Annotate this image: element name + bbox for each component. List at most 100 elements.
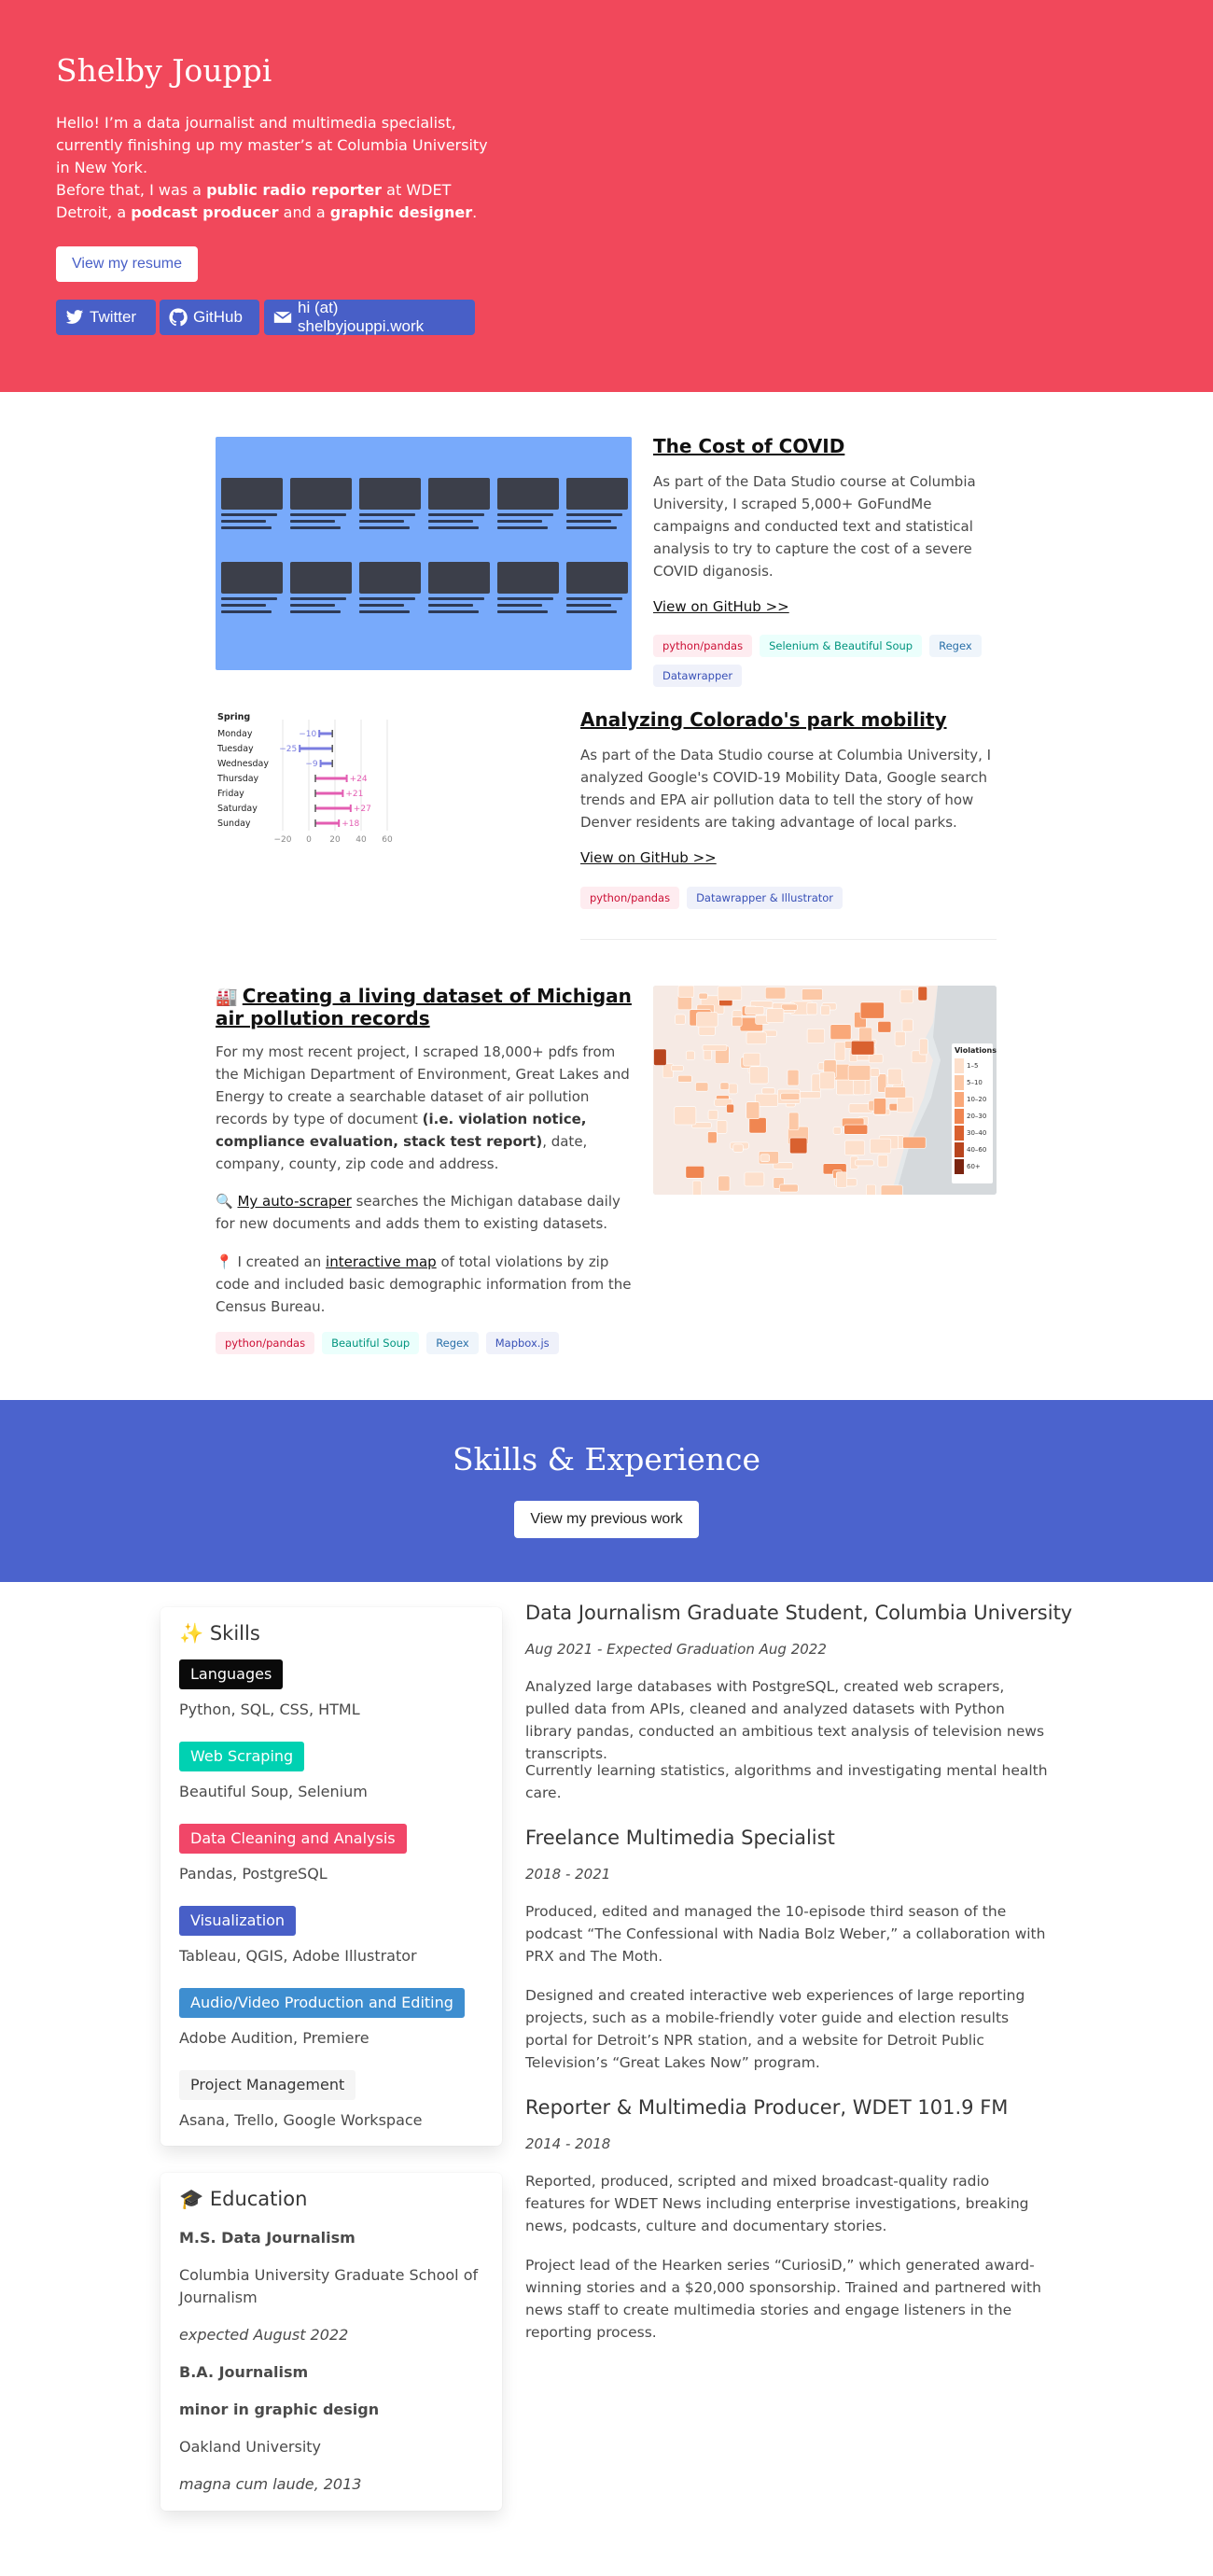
github-button[interactable]: GitHub (160, 300, 259, 335)
michigan-project-title[interactable]: Creating a living dataset of Michigan ai… (216, 985, 632, 1029)
interactive-map-link[interactable]: interactive map (326, 1253, 437, 1270)
zip-code-area (728, 1083, 738, 1095)
colorado-mobility-chart[interactable]: −20 0 20 40 60 Spring Monday −10 Tuesday −25 Wedne… (216, 707, 551, 856)
zip-code-area (653, 1048, 667, 1066)
zip-code-area (716, 1120, 728, 1134)
zip-code-area (707, 1131, 718, 1144)
zip-code-area (802, 988, 823, 1001)
zip-code-area (717, 986, 743, 1001)
legend-label: 30–40 (967, 1129, 987, 1137)
zip-code-area (761, 1087, 775, 1095)
minor-ba: minor in graphic design (179, 2401, 380, 2418)
covid-project-image[interactable] (216, 437, 632, 670)
covid-project-title[interactable]: The Cost of COVID (653, 435, 844, 457)
job-desc-freelance-2: Designed and created interactive web exp… (525, 1987, 1025, 2071)
tag-python-pandas: python/pandas (653, 635, 753, 657)
job-desc-columbia-2: Currently learning statistics, algorithm… (525, 1762, 1048, 1801)
zip-code-area (788, 1112, 800, 1131)
twitter-button[interactable]: Twitter (56, 300, 156, 335)
zip-code-area (835, 1171, 847, 1188)
view-resume-button[interactable]: View my resume (56, 246, 198, 282)
tag-datawrapper: Datawrapper (653, 665, 743, 687)
job-date-wdet: 2014 - 2018 (525, 2135, 611, 2152)
zip-code-area (779, 1183, 799, 1193)
twitter-label: Twitter (90, 308, 137, 326)
degree-ms: M.S. Data Journalism (179, 2229, 356, 2247)
job-title-freelance: Freelance Multimedia Specialist (525, 1827, 835, 1849)
zip-code-area (748, 1117, 767, 1134)
view-previous-work-button[interactable]: View my previous work (514, 1501, 699, 1538)
colorado-project-title[interactable]: Analyzing Colorado's park mobility (580, 708, 947, 731)
zip-code-area (781, 1003, 798, 1011)
role-radio-reporter: public radio reporter (206, 181, 383, 199)
site-title: Shelby Jouppi (56, 52, 272, 89)
zip-code-area (819, 1071, 836, 1090)
michigan-project-title-wrap: 🏭 Creating a living dataset of Michigan … (216, 985, 635, 1029)
tag-regex: Regex (929, 635, 982, 657)
zip-code-area (897, 1096, 913, 1113)
legend-label: 60+ (967, 1163, 981, 1170)
legend-swatch (955, 1126, 964, 1141)
michigan-violations-map[interactable]: Violations 1–5 5–10 10–20 20–30 30–40 40–60 60… (653, 986, 997, 1195)
degree-ba: B.A. Journalism (179, 2363, 309, 2381)
intro-text-part: and a (278, 203, 330, 221)
zip-code-area (787, 1069, 800, 1086)
pin-icon: 📍 (216, 1253, 233, 1270)
zip-code-area (844, 1124, 869, 1135)
chart-tick-label: −20 (274, 835, 292, 845)
zip-code-area (832, 1127, 842, 1135)
colorado-github-link[interactable]: View on GitHub >> (580, 849, 717, 866)
chart-tick-label: 0 (306, 835, 312, 845)
zip-code-area (820, 1005, 830, 1015)
github-icon (169, 308, 188, 327)
legend-swatch (955, 1092, 964, 1107)
job-desc-wdet-1: Reported, produced, scripted and mixed b… (525, 2173, 1029, 2234)
zip-code-area (918, 1038, 928, 1056)
zip-code-area (695, 1082, 709, 1092)
auto-scraper-link[interactable]: My auto-scraper (237, 1193, 351, 1210)
zip-code-area (877, 1154, 888, 1168)
zip-code-area (850, 1040, 875, 1056)
github-label: GitHub (193, 308, 243, 326)
project-divider (580, 939, 997, 940)
job-desc-wdet-2: Project lead of the Hearken series “Curi… (525, 2257, 1041, 2341)
zip-code-area (760, 1154, 770, 1162)
twitter-icon (65, 310, 84, 324)
chart-day-label: Wednesday (217, 759, 269, 769)
legend-rows: 1–5 5–10 10–20 20–30 30–40 40–60 60+ (955, 1057, 990, 1175)
covid-github-link[interactable]: View on GitHub >> (653, 598, 789, 615)
zip-code-area (746, 1101, 760, 1120)
legend-swatch (955, 1058, 964, 1073)
legend-label: 1–5 (967, 1062, 979, 1070)
skills-heading-text: Skills (209, 1622, 260, 1645)
zip-code-area (806, 1001, 818, 1015)
legend-swatch (955, 1142, 964, 1157)
zip-code-area (691, 1180, 703, 1195)
legend-row: 60+ (955, 1158, 990, 1175)
education-card: 🎓 Education M.S. Data Journalism Columbi… (160, 2173, 502, 2511)
map-text: I created an (237, 1253, 327, 1270)
zip-code-area (744, 1171, 765, 1187)
legend-swatch (955, 1109, 964, 1124)
date-ba: magna cum laude, 2013 (179, 2475, 362, 2493)
job-title-columbia: Data Journalism Graduate Student, Columb… (525, 1602, 1073, 1624)
zip-code-area (719, 1082, 730, 1090)
campaign-thumbnail (497, 562, 559, 637)
intro-line-2: Before that, I was a public radio report… (56, 179, 495, 224)
zip-code-area (887, 1068, 902, 1085)
campaign-thumbnail (221, 562, 283, 637)
skill-category-tag: Audio/Video Production and Editing (179, 1988, 465, 2018)
date-ms: expected August 2022 (179, 2326, 349, 2344)
skill-list: Tableau, QGIS, Adobe Illustrator (179, 1947, 417, 1965)
chart-value-label: +18 (342, 819, 359, 829)
map-canvas (653, 986, 997, 1195)
job-title-wdet: Reporter & Multimedia Producer, WDET 101… (525, 2096, 1009, 2119)
skill-category-tag: Languages (179, 1659, 284, 1689)
tag-mapbox: Mapbox.js (485, 1332, 559, 1354)
sparkles-icon: ✨ (179, 1622, 204, 1645)
zip-code-area (732, 1016, 743, 1027)
chart-day-label: Sunday (217, 819, 251, 829)
zip-code-area (917, 986, 927, 1001)
email-button[interactable]: hi (at) shelbyjouppi.work (264, 299, 475, 335)
campaign-thumbnail (428, 478, 490, 553)
